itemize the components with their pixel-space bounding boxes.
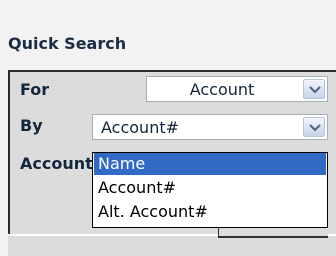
by-label: By: [20, 116, 43, 135]
by-select-value: Account#: [101, 118, 180, 137]
by-select[interactable]: Account#: [92, 114, 328, 140]
dropdown-option[interactable]: Account#: [94, 177, 326, 199]
panel-title: Quick Search: [8, 34, 127, 53]
dropdown-option[interactable]: Name: [94, 153, 326, 175]
for-label: For: [20, 80, 50, 99]
quick-search-page: Quick Search For Account By Account# Acc…: [0, 0, 336, 256]
by-dropdown-list[interactable]: Name Account# Alt. Account#: [92, 152, 328, 228]
for-select-value: Account: [189, 80, 255, 99]
chevron-down-icon[interactable]: [303, 79, 325, 99]
account-label: Account: [20, 154, 92, 173]
chevron-down-icon[interactable]: [303, 117, 325, 137]
dropdown-option[interactable]: Alt. Account#: [94, 201, 326, 223]
for-select[interactable]: Account: [146, 76, 328, 102]
search-button[interactable]: [218, 228, 328, 238]
